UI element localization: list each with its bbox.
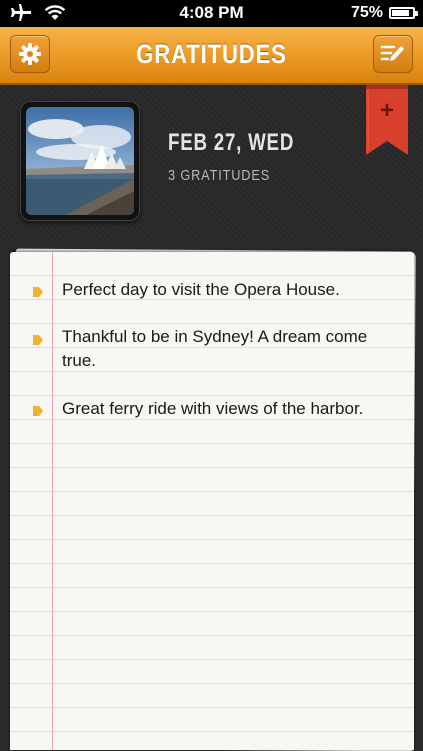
gratitude-item[interactable]: Thankful to be in Sydney! A dream come t… [62, 325, 392, 373]
battery-percent: 75% [350, 4, 383, 21]
bullet-icon [32, 402, 44, 416]
photo-frame[interactable] [20, 101, 140, 221]
plus-icon: + [379, 97, 394, 124]
battery-icon [389, 7, 418, 19]
battery-level [392, 10, 409, 16]
bullet-icon [32, 331, 44, 345]
notebook-page: Perfect day to visit the Opera House. Th… [10, 252, 414, 750]
entry-date: FEB 27, WED [168, 129, 295, 156]
status-bar: 4:08 PM 75% [0, 0, 423, 27]
nav-bar: GRATITUDES [0, 27, 423, 85]
day-header: FEB 27, WED 3 GRATITUDES + [0, 85, 423, 245]
compose-button[interactable] [373, 35, 413, 73]
day-photo[interactable] [26, 107, 134, 215]
compose-icon [380, 45, 404, 61]
gratitude-item[interactable]: Great ferry ride with views of the harbo… [62, 397, 392, 421]
page-title: GRATITUDES [136, 39, 287, 69]
gratitude-count: 3 GRATITUDES [168, 167, 271, 184]
bullet-icon [32, 283, 44, 297]
gratitude-item[interactable]: Perfect day to visit the Opera House. [62, 278, 392, 302]
add-bookmark-button[interactable]: + [366, 85, 408, 155]
